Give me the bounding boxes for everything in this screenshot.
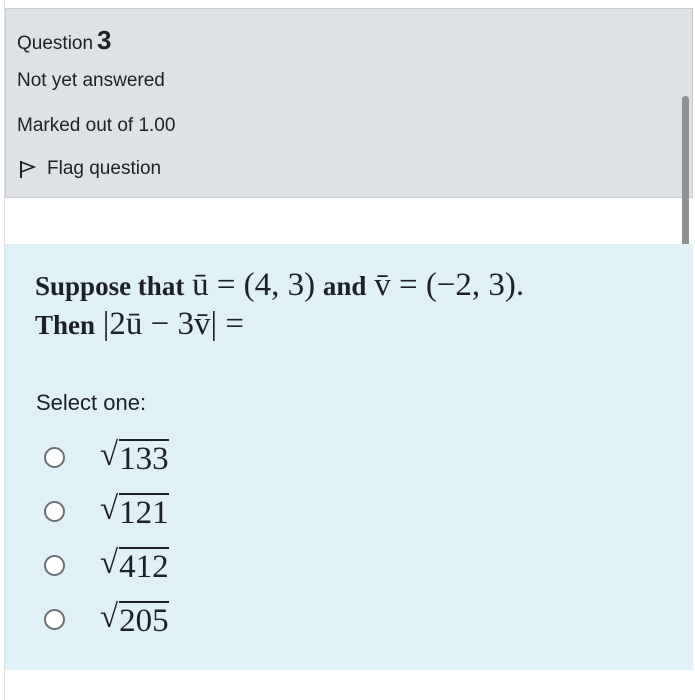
radicand: 121 bbox=[119, 492, 169, 531]
answer-option[interactable]: √ 133 bbox=[36, 430, 169, 484]
answer-label: √ 121 bbox=[100, 490, 169, 531]
answer-options: √ 133 √ 121 √ 412 √ 205 bbox=[36, 430, 169, 646]
sqrt-icon: √ bbox=[100, 544, 119, 581]
question-number-value: 3 bbox=[97, 25, 112, 55]
flag-question-link[interactable]: Flag question bbox=[17, 158, 161, 180]
v-vector-equation: v̄ = (−2, 3). bbox=[374, 267, 525, 303]
radicand: 205 bbox=[119, 600, 169, 639]
radio-button[interactable] bbox=[44, 500, 65, 522]
question-grade: Marked out of 1.00 bbox=[17, 115, 176, 136]
radio-button[interactable] bbox=[44, 608, 65, 630]
answer-option[interactable]: √ 121 bbox=[36, 484, 169, 538]
question-number: Question 3 bbox=[17, 25, 112, 56]
flag-icon bbox=[20, 160, 37, 178]
sqrt-icon: √ bbox=[100, 490, 119, 527]
question-text: Suppose that ū = (4, 3) and v̄ = (−2, 3)… bbox=[35, 266, 524, 344]
answer-label: √ 133 bbox=[100, 436, 169, 477]
question-text-then: Then bbox=[35, 310, 96, 340]
answer-label: √ 412 bbox=[100, 544, 169, 585]
sqrt-icon: √ bbox=[100, 436, 119, 473]
question-number-prefix: Question bbox=[17, 33, 94, 54]
sqrt-icon: √ bbox=[100, 598, 119, 635]
answer-label: √ 205 bbox=[100, 598, 169, 639]
radio-button[interactable] bbox=[44, 554, 65, 576]
question-text-intro: Suppose that bbox=[35, 271, 185, 301]
magnitude-expression: |2ū − 3v̄| = bbox=[102, 306, 244, 342]
select-one-prompt: Select one: bbox=[36, 390, 147, 415]
question-formulation: Suppose that ū = (4, 3) and v̄ = (−2, 3)… bbox=[5, 244, 693, 670]
answer-option[interactable]: √ 412 bbox=[36, 538, 169, 592]
u-vector-equation: ū = (4, 3) bbox=[192, 267, 316, 303]
radicand: 412 bbox=[119, 546, 169, 585]
question-info-panel: Question 3 Not yet answered Marked out of… bbox=[5, 8, 693, 198]
question-text-and: and bbox=[322, 271, 367, 301]
radio-button[interactable] bbox=[44, 446, 65, 468]
radicand: 133 bbox=[119, 438, 169, 477]
question-state: Not yet answered bbox=[17, 70, 165, 91]
answer-option[interactable]: √ 205 bbox=[36, 592, 169, 646]
flag-question-label: Flag question bbox=[47, 158, 162, 179]
